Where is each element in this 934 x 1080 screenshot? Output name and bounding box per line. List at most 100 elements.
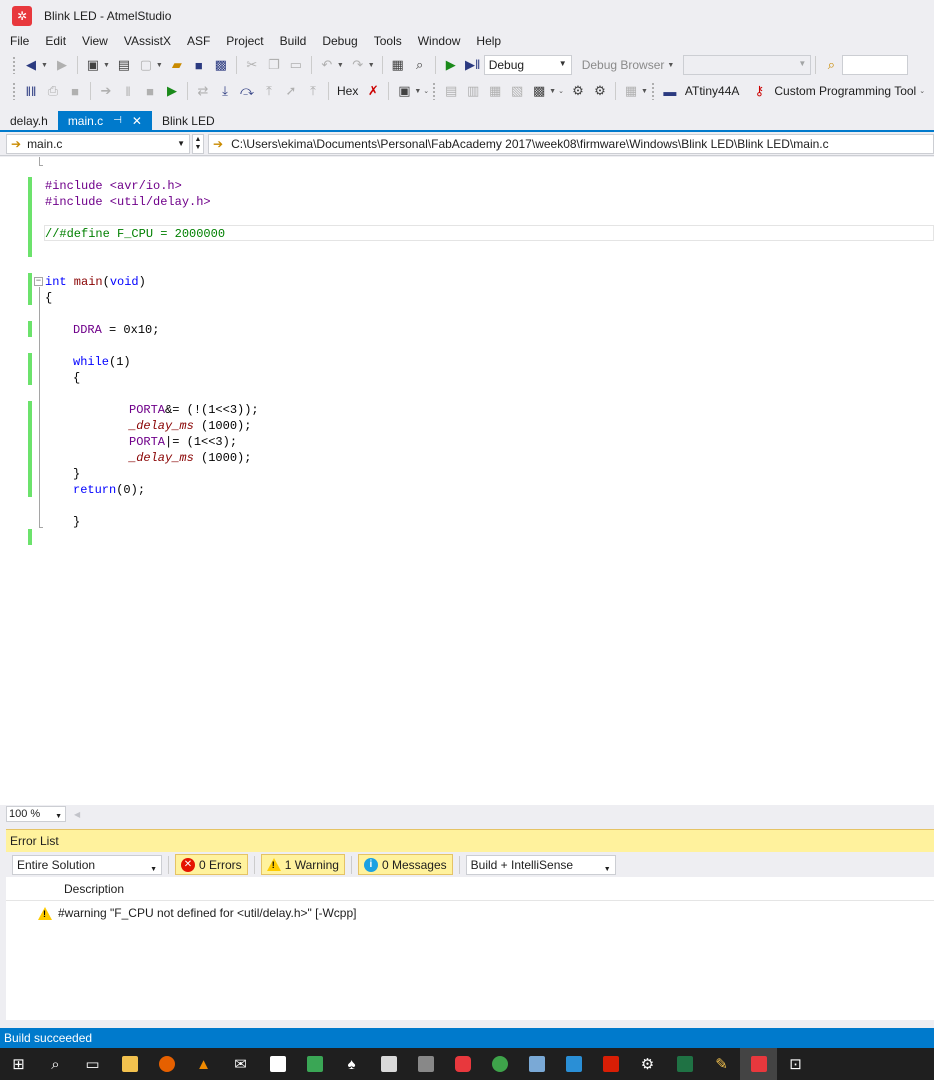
show-next-statement-icon[interactable]: ⇄	[193, 81, 213, 101]
step-into-icon[interactable]: ⤓	[215, 81, 235, 101]
menu-edit[interactable]: Edit	[37, 32, 74, 52]
search-icon[interactable]: ⌕	[37, 1048, 74, 1080]
tab-delay-h[interactable]: delay.h	[0, 111, 58, 130]
acrobat-icon[interactable]	[592, 1048, 629, 1080]
task-view-icon[interactable]: ▭	[74, 1048, 111, 1080]
code-line[interactable]: }	[73, 466, 80, 482]
zoom-select[interactable]: 100 % ▼	[6, 806, 66, 822]
store-icon[interactable]: ⊡	[777, 1048, 814, 1080]
toolbar-overflow-icon[interactable]: ⌄	[558, 87, 564, 95]
file-explorer-icon[interactable]	[111, 1048, 148, 1080]
step-over-icon[interactable]: ⤼	[237, 81, 257, 101]
code-line[interactable]: _delay_ms (1000);	[129, 450, 251, 466]
toggle-breakpoints-icon[interactable]: ✗	[363, 81, 383, 101]
new-file-icon[interactable]: ▤	[114, 55, 134, 75]
menu-help[interactable]: Help	[468, 32, 509, 52]
debug-target-select[interactable]: ▼	[683, 55, 812, 75]
vlc-icon[interactable]: ▲	[185, 1048, 222, 1080]
app-green-icon[interactable]	[296, 1048, 333, 1080]
run-to-cursor-icon[interactable]: ➚	[281, 81, 301, 101]
chevron-down-icon[interactable]: ▼	[549, 88, 556, 95]
registers-icon[interactable]: ▥	[463, 81, 483, 101]
io-view-icon[interactable]: ▧	[507, 81, 527, 101]
chevron-down-icon[interactable]: ▼	[641, 88, 648, 95]
tab-main-c[interactable]: main.c ⊣ ✕	[57, 111, 152, 130]
menu-vassistx[interactable]: VAssistX	[116, 32, 179, 52]
messages-filter-button[interactable]: i 0 Messages	[357, 854, 453, 875]
programming-tool-name[interactable]: Custom Programming Tool	[774, 84, 916, 98]
code-line[interactable]: return(0);	[73, 482, 145, 498]
attach-icon[interactable]: ⎙	[43, 81, 63, 101]
programming-tool-icon[interactable]: ⚷	[749, 81, 769, 101]
toolbar-overflow-icon[interactable]: ⌄	[423, 87, 429, 95]
column-header-description[interactable]: Description	[64, 882, 124, 896]
step-arrow-icon[interactable]: ➔	[96, 81, 116, 101]
device-programming-icon[interactable]: ⚙	[568, 81, 588, 101]
notes-icon[interactable]	[370, 1048, 407, 1080]
memory-icon[interactable]: ▦	[485, 81, 505, 101]
settings-icon[interactable]: ⚙	[629, 1048, 666, 1080]
close-icon[interactable]: ✕	[132, 114, 142, 128]
code-line[interactable]: #include <avr/io.h>	[45, 178, 182, 194]
collapse-icon[interactable]: −	[34, 277, 43, 286]
photos-icon[interactable]	[518, 1048, 555, 1080]
code-line[interactable]: //#define F_CPU = 2000000	[45, 226, 225, 242]
app-blue-icon[interactable]	[555, 1048, 592, 1080]
find-in-files-icon[interactable]: ⌕	[821, 55, 841, 75]
chevron-down-icon[interactable]: ▼	[368, 62, 375, 69]
menu-project[interactable]: Project	[218, 32, 271, 52]
nav-spinner[interactable]: ▲ ▼	[192, 134, 204, 154]
chevron-down-icon[interactable]: ▼	[103, 62, 110, 69]
code-line[interactable]: #include <util/delay.h>	[45, 194, 211, 210]
new-project-icon[interactable]: ▣	[83, 55, 103, 75]
device-programming-2-icon[interactable]: ⚙	[590, 81, 610, 101]
chevron-down-icon[interactable]: ▼	[414, 88, 421, 95]
start-without-debugging-icon[interactable]: ▶‖	[463, 55, 483, 75]
menu-asf[interactable]: ASF	[179, 32, 218, 52]
find-icon[interactable]: ⌕	[410, 55, 430, 75]
chevron-down-icon[interactable]: ▼	[195, 144, 202, 152]
file-path-field[interactable]: ➔ C:\Users\ekima\Documents\Personal\FabA…	[208, 134, 934, 154]
scope-select[interactable]: Entire Solution ▼	[12, 854, 162, 875]
paint-icon[interactable]: ✎	[703, 1048, 740, 1080]
browser-icon[interactable]	[481, 1048, 518, 1080]
save-all-icon[interactable]: ▩	[211, 55, 231, 75]
windows-start-icon[interactable]: ⊞	[0, 1048, 37, 1080]
menu-file[interactable]: File	[0, 32, 37, 52]
copy-icon[interactable]: ❐	[264, 55, 284, 75]
solitaire-icon[interactable]: ♠	[333, 1048, 370, 1080]
code-line[interactable]: PORTA&= (!(1<<3));	[129, 402, 259, 418]
save-icon[interactable]: ■	[189, 55, 209, 75]
start-debugging-break-icon[interactable]: ‖‖	[21, 81, 41, 101]
add-item-icon[interactable]: ▢	[136, 55, 156, 75]
navigate-back-icon[interactable]: ◀	[21, 55, 41, 75]
device-chip-icon[interactable]: ▬	[660, 81, 680, 101]
chevron-down-icon[interactable]: ▼	[156, 62, 163, 69]
toolbar-grip[interactable]	[650, 82, 655, 100]
chevron-down-icon[interactable]: ▼	[41, 62, 48, 69]
stop-icon[interactable]: ■	[65, 81, 85, 101]
firefox-icon[interactable]	[148, 1048, 185, 1080]
tab-blink-led[interactable]: Blink LED	[152, 111, 225, 130]
menu-tools[interactable]: Tools	[366, 32, 410, 52]
code-line[interactable]: _delay_ms (1000);	[129, 418, 251, 434]
excel-icon[interactable]	[666, 1048, 703, 1080]
mail-icon[interactable]: ✉	[222, 1048, 259, 1080]
code-line[interactable]: DDRA = 0x10;	[73, 322, 159, 338]
solution-explorer-icon[interactable]: ▦	[388, 55, 408, 75]
cut-icon[interactable]: ✂	[242, 55, 262, 75]
app-red-icon[interactable]	[444, 1048, 481, 1080]
menu-build[interactable]: Build	[272, 32, 315, 52]
app-dark-icon[interactable]	[407, 1048, 444, 1080]
source-select[interactable]: Build + IntelliSense ▼	[465, 854, 616, 875]
paste-icon[interactable]: ▭	[286, 55, 306, 75]
redo-icon[interactable]: ↷	[348, 55, 368, 75]
toolbar-grip[interactable]	[12, 82, 16, 100]
toolbar-grip[interactable]	[432, 82, 437, 100]
notepad-icon[interactable]	[259, 1048, 296, 1080]
code-line[interactable]: PORTA|= (1<<3);	[129, 434, 237, 450]
code-line[interactable]: while(1)	[73, 354, 131, 370]
menu-view[interactable]: View	[74, 32, 116, 52]
chevron-up-icon[interactable]: ▲	[195, 136, 202, 144]
device-name[interactable]: ATtiny44A	[685, 84, 739, 98]
